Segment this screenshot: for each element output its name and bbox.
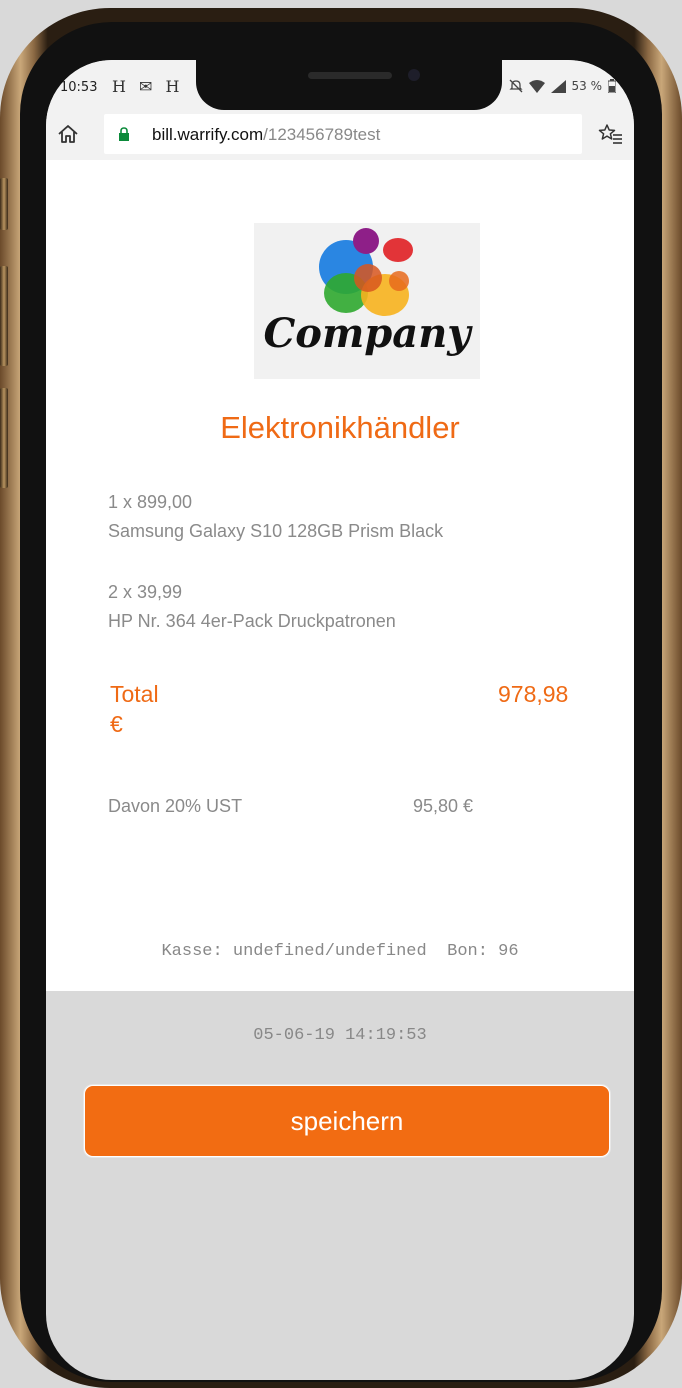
total-currency: € bbox=[110, 711, 123, 737]
line-item-quantity-price: 2 x 39,99 bbox=[108, 582, 183, 602]
line-item-quantity-price: 1 x 899,00 bbox=[108, 492, 193, 512]
speaker bbox=[308, 72, 392, 79]
url-path: /123456789test bbox=[263, 125, 381, 144]
mute-icon bbox=[508, 79, 523, 93]
url-host: bill.warrify.com bbox=[152, 125, 264, 144]
wifi-icon bbox=[528, 79, 545, 93]
line-item: 1 x 899,00 Samsung Galaxy S10 128GB Pris… bbox=[108, 488, 443, 546]
front-camera bbox=[408, 69, 420, 81]
receipt-card: Company Elektronikhändler 1 x 899,00 Sam… bbox=[46, 160, 634, 1045]
side-button bbox=[0, 388, 8, 488]
company-logo: Company bbox=[254, 223, 480, 379]
lock-icon bbox=[119, 127, 129, 141]
browser-address-bar: bill.warrify.com/123456789test bbox=[46, 110, 634, 160]
status-bar: 10:53 H ✉ H 53 % bbox=[46, 60, 634, 110]
tax-label: Davon 20% UST bbox=[108, 796, 243, 816]
total-value: 978,98 bbox=[498, 681, 569, 707]
side-button bbox=[0, 266, 8, 366]
status-time: 10:53 bbox=[60, 80, 98, 95]
company-logo-graphic: Company bbox=[263, 228, 473, 357]
line-item: 2 x 39,99 HP Nr. 364 4er-Pack Druckpatro… bbox=[108, 578, 396, 636]
notification-icons: H ✉ H bbox=[112, 77, 184, 96]
line-item-name: Samsung Galaxy S10 128GB Prism Black bbox=[108, 521, 444, 541]
receipt-meta: Kasse: undefined/undefined Bon: 96 05-06… bbox=[46, 882, 634, 1106]
battery-icon bbox=[608, 79, 616, 93]
phone-frame: 10:53 H ✉ H 53 % bill.warrify.com/123456… bbox=[0, 8, 682, 1388]
save-button[interactable]: speichern bbox=[84, 1085, 610, 1157]
register-line: Kasse: undefined/undefined Bon: 96 bbox=[161, 942, 519, 961]
side-button bbox=[0, 178, 8, 230]
notch bbox=[196, 60, 502, 110]
receipt-datetime: 05-06-19 14:19:53 bbox=[253, 1026, 427, 1045]
total-label: Total bbox=[110, 681, 159, 707]
phone-screen: 10:53 H ✉ H 53 % bill.warrify.com/123456… bbox=[46, 60, 634, 1380]
bookmark-star-icon[interactable] bbox=[598, 122, 624, 148]
tax-value: 95,80 € bbox=[413, 796, 474, 816]
merchant-name: Elektronikhändler bbox=[220, 410, 460, 445]
battery-percent: 53 % bbox=[571, 79, 603, 93]
signal-icon bbox=[550, 79, 566, 93]
home-icon[interactable] bbox=[56, 122, 80, 146]
line-item-name: HP Nr. 364 4er-Pack Druckpatronen bbox=[108, 611, 396, 631]
status-icons: 53 % bbox=[508, 79, 616, 93]
url-text: bill.warrify.com/123456789test bbox=[152, 125, 380, 145]
url-field[interactable]: bill.warrify.com/123456789test bbox=[104, 114, 582, 154]
logo-wordmark: Company bbox=[263, 310, 473, 357]
